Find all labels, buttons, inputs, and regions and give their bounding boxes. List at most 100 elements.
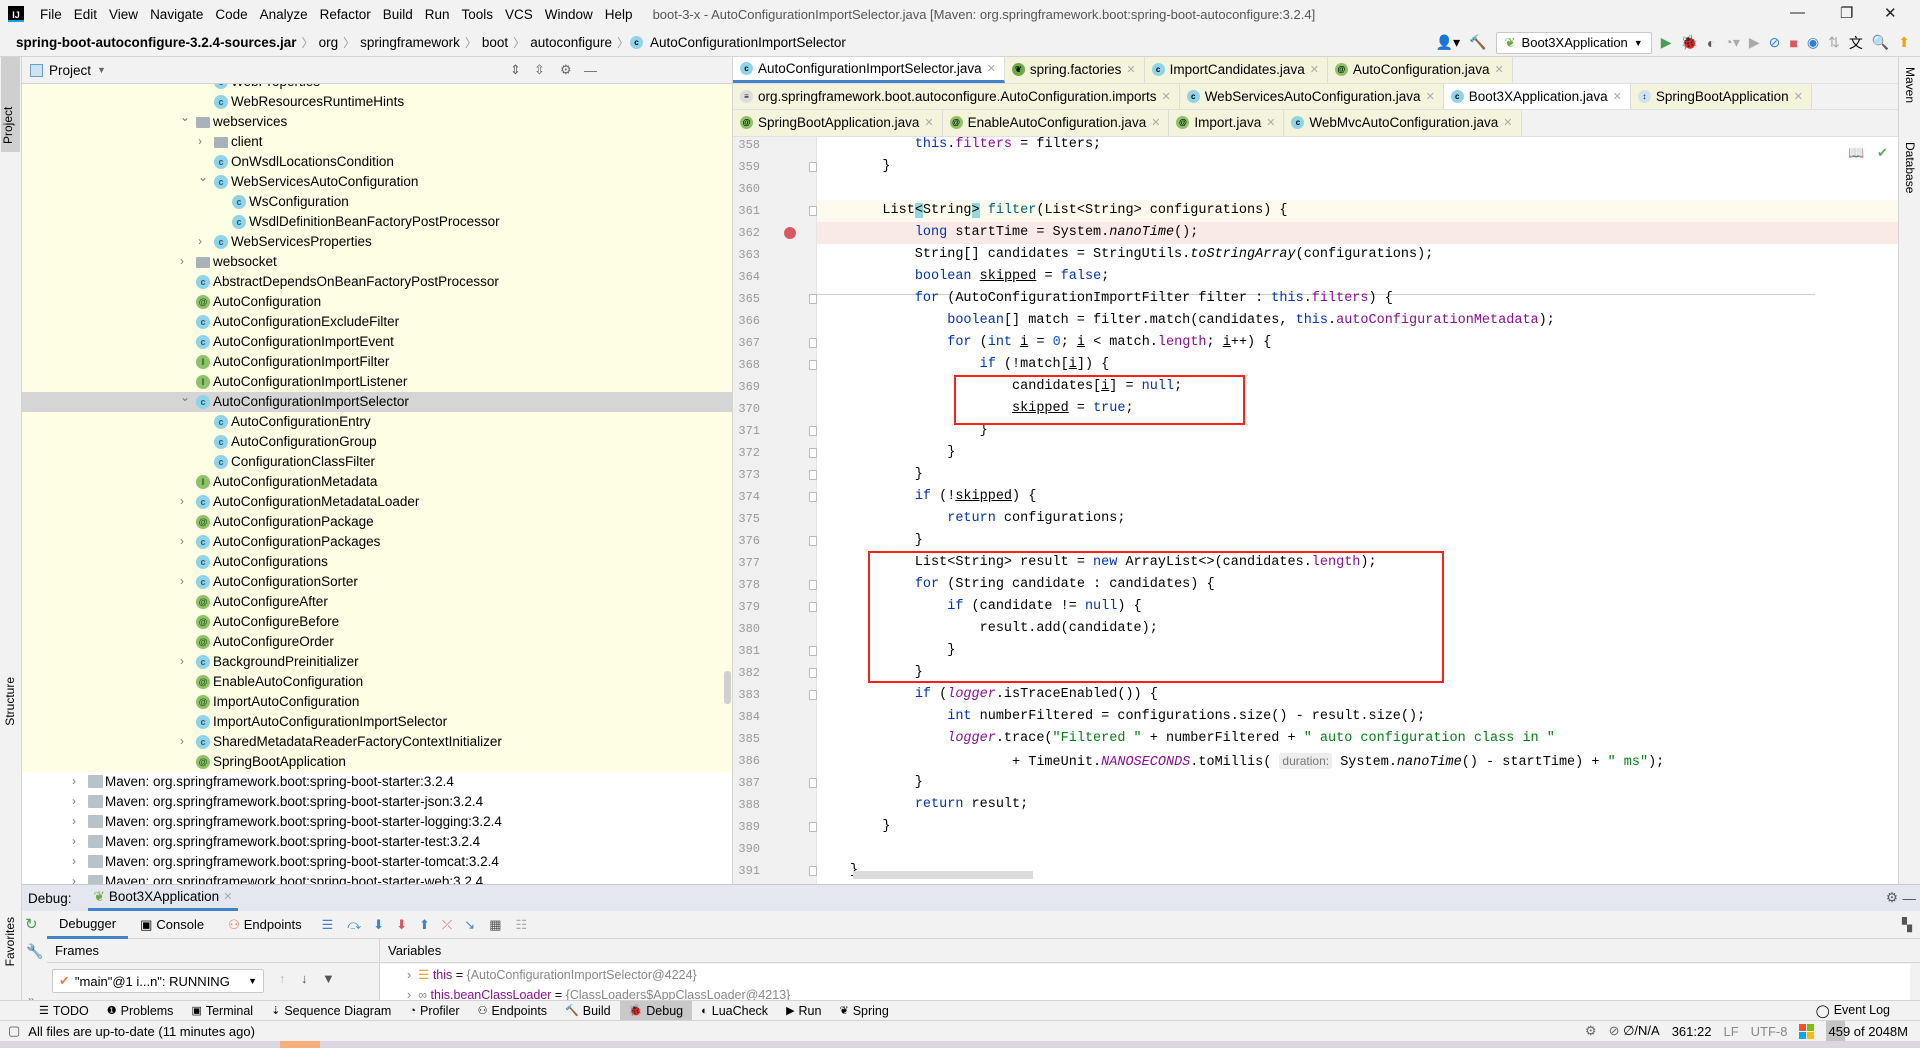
tool-tab-spring[interactable]: ❦ Spring xyxy=(830,1001,897,1021)
minimize-button[interactable]: — xyxy=(1790,4,1805,21)
resume-icon[interactable]: ▶ xyxy=(1749,34,1760,51)
tree-item[interactable]: › Maven: org.springframework.boot:spring-… xyxy=(22,812,732,832)
stop-icon[interactable]: ■ xyxy=(1789,35,1797,51)
tree-item[interactable]: @ AutoConfigureBefore xyxy=(22,612,732,632)
chevron-right-icon[interactable]: › xyxy=(198,134,202,148)
close-tab-icon[interactable]: ✕ xyxy=(1161,90,1170,103)
tree-item[interactable]: › Maven: org.springframework.boot:spring-… xyxy=(22,792,732,812)
editor-tab[interactable]: c Boot3XApplication.java ✕ xyxy=(1443,83,1631,109)
tree-item[interactable]: c AutoConfigurations xyxy=(22,552,732,572)
tool-tab-endpoints[interactable]: ⚇ Endpoints xyxy=(469,1001,556,1021)
tree-item[interactable]: › Maven: org.springframework.boot:spring-… xyxy=(22,852,732,872)
code-line[interactable]: 385 logger.trace("Filtered " + numberFil… xyxy=(733,728,1898,750)
tree-item[interactable]: c WebResourcesRuntimeHints xyxy=(22,92,732,112)
chevron-down-icon[interactable]: ⌄ xyxy=(180,110,190,124)
upgrade-icon[interactable]: ⬆ xyxy=(1898,34,1910,51)
variable-row[interactable]: › ☰ this = {AutoConfigurationImportSelec… xyxy=(407,967,697,982)
editor-tab[interactable]: ❦ spring.factories ✕ xyxy=(1004,57,1145,83)
tree-item[interactable]: ⌄ c WebServicesAutoConfiguration xyxy=(22,170,732,192)
menu-window[interactable]: Window xyxy=(539,7,599,22)
tool-tab-build[interactable]: 🔨 Build xyxy=(556,1001,620,1021)
structure-tool-button[interactable]: Structure xyxy=(3,677,17,726)
code-line[interactable]: 374 if (!skipped) { xyxy=(733,486,1898,508)
tool-tab-profiler[interactable]: ◔ Profiler xyxy=(400,1001,468,1021)
chevron-right-icon[interactable]: › xyxy=(180,654,184,668)
close-tab-icon[interactable]: ✕ xyxy=(1794,90,1803,103)
tree-item[interactable]: › Maven: org.springframework.boot:spring-… xyxy=(22,832,732,852)
fold-marker-icon[interactable] xyxy=(809,206,817,216)
restore-layout-icon[interactable]: ▚ xyxy=(1902,917,1912,933)
code-line[interactable]: 370 skipped = true; xyxy=(733,398,1898,420)
collapse-all-icon[interactable]: ⇳ xyxy=(534,62,545,78)
tree-item[interactable]: @ SpringBootApplication xyxy=(22,752,732,772)
tree-item[interactable]: I AutoConfigurationImportFilter xyxy=(22,352,732,372)
tree-item[interactable]: @ AutoConfigureOrder xyxy=(22,632,732,652)
code-line[interactable]: 372 } xyxy=(733,442,1898,464)
breadcrumb-item[interactable]: boot xyxy=(478,35,512,50)
translate-icon[interactable]: 文 xyxy=(1849,33,1863,53)
tab-endpoints[interactable]: ⚇ Endpoints xyxy=(216,911,313,939)
tree-item[interactable]: › Maven: org.springframework.boot:spring-… xyxy=(22,872,732,884)
database-tool-button[interactable]: Database xyxy=(1903,142,1917,193)
chevron-right-icon[interactable]: › xyxy=(72,834,76,848)
debug-icon[interactable]: 🐞 xyxy=(1681,34,1698,51)
code-line[interactable]: 365 for (AutoConfigurationImportFilter f… xyxy=(733,288,1898,310)
chevron-right-icon[interactable]: › xyxy=(180,574,184,588)
editor-tab[interactable]: @ EnableAutoConfiguration.java ✕ xyxy=(942,110,1170,136)
tree-item[interactable]: c AutoConfigurationEntry xyxy=(22,412,732,432)
caret-position[interactable]: 361:22 xyxy=(1672,1024,1712,1039)
editor-tab[interactable]: @ AutoConfiguration.java ✕ xyxy=(1327,57,1513,83)
close-tab-icon[interactable]: ✕ xyxy=(1426,90,1435,103)
fold-marker-icon[interactable] xyxy=(809,536,817,546)
rerun-icon[interactable]: ↻ xyxy=(25,915,38,933)
menu-view[interactable]: View xyxy=(103,7,144,22)
reader-mode-icon[interactable]: 📖 xyxy=(1848,145,1864,161)
editor-tab[interactable]: ≡ org.springframework.boot.autoconfigure.… xyxy=(733,83,1180,109)
close-tab-icon[interactable]: ✕ xyxy=(987,62,996,75)
code-line[interactable]: 361 List<String> filter(List<String> con… xyxy=(733,200,1898,222)
tree-item[interactable]: c AutoConfigurationGroup xyxy=(22,432,732,452)
previous-frame-icon[interactable]: ↑ xyxy=(279,971,286,986)
step-over-icon[interactable]: ⤼ xyxy=(347,917,361,933)
tree-item[interactable]: c WsConfiguration xyxy=(22,192,732,212)
code-line[interactable]: 366 boolean[] match = filter.match(candi… xyxy=(733,310,1898,332)
breadcrumb-item[interactable]: autoconfigure xyxy=(526,35,616,50)
fold-marker-icon[interactable] xyxy=(809,822,817,832)
code-line[interactable]: 360 xyxy=(733,178,1898,200)
fold-marker-icon[interactable] xyxy=(809,778,817,788)
debug-settings-gear-icon[interactable]: ⚙ xyxy=(1886,890,1898,906)
editor-tab[interactable]: @ Import.java ✕ xyxy=(1169,110,1285,136)
tool-tab-problems[interactable]: ❶ Problems xyxy=(98,1001,183,1021)
tree-item[interactable]: › c WebServicesProperties xyxy=(22,232,732,252)
vcs-icon[interactable]: ⇅ xyxy=(1828,34,1840,51)
breadcrumb-item[interactable]: spring-boot-autoconfigure-3.2.4-sources.… xyxy=(12,35,301,50)
menu-code[interactable]: Code xyxy=(209,7,253,22)
chevron-down-icon[interactable]: ⌄ xyxy=(180,390,190,404)
chevron-right-icon[interactable]: › xyxy=(180,494,184,508)
menu-file[interactable]: File xyxy=(34,7,68,22)
step-into-icon[interactable]: ⬇ xyxy=(373,917,384,933)
menu-vcs[interactable]: VCS xyxy=(499,7,539,22)
tree-item[interactable]: ⌄ c AutoConfigurationImportSelector xyxy=(22,390,732,412)
update-icon[interactable]: ◉ xyxy=(1807,34,1819,51)
close-tab-icon[interactable]: ✕ xyxy=(1310,63,1319,76)
chevron-right-icon[interactable]: › xyxy=(180,254,184,268)
tree-item[interactable]: › websocket xyxy=(22,252,732,272)
horizontal-scrollbar[interactable] xyxy=(853,871,1033,879)
chevron-down-icon[interactable]: ⌄ xyxy=(198,170,208,184)
tree-item[interactable]: c AbstractDependsOnBeanFactoryPostProcess… xyxy=(22,272,732,292)
code-line[interactable]: 364 boolean skipped = false; xyxy=(733,266,1898,288)
tree-item[interactable]: @ EnableAutoConfiguration xyxy=(22,672,732,692)
breadcrumb-item[interactable]: org xyxy=(315,35,343,50)
close-tab-icon[interactable]: ✕ xyxy=(1126,63,1135,76)
tree-item[interactable]: c ImportAutoConfigurationImportSelector xyxy=(22,712,732,732)
fold-marker-icon[interactable] xyxy=(809,866,817,876)
editor-tab[interactable]: c WebServicesAutoConfiguration.java ✕ xyxy=(1179,83,1444,109)
wrench-icon[interactable]: 🔧 xyxy=(26,943,43,960)
code-line[interactable]: 389 } xyxy=(733,816,1898,838)
maven-tool-button[interactable]: Maven xyxy=(1903,67,1917,103)
chevron-right-icon[interactable]: › xyxy=(180,534,184,548)
chevron-right-icon[interactable]: › xyxy=(198,234,202,248)
code-line[interactable]: 384 int numberFiltered = configurations.… xyxy=(733,706,1898,728)
favorites-tool-button[interactable]: Favorites xyxy=(3,917,17,966)
